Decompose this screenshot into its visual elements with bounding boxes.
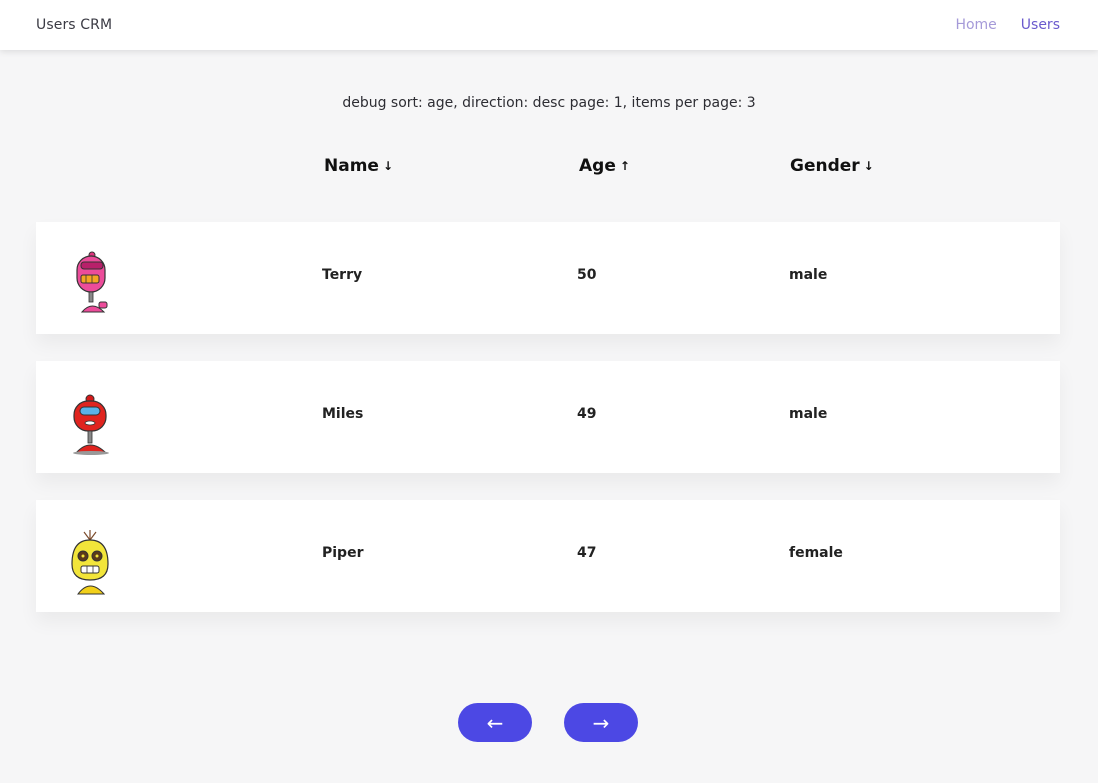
prev-page-button[interactable]: ← bbox=[458, 703, 532, 742]
sort-arrow-down-icon: ↓ bbox=[382, 159, 394, 173]
nav-link-users[interactable]: Users bbox=[1021, 17, 1060, 33]
cell-age: 49 bbox=[577, 406, 597, 422]
table-row[interactable]: Piper 47 female bbox=[36, 500, 1060, 612]
cell-gender: female bbox=[789, 545, 843, 561]
column-header-age-label: Age bbox=[579, 156, 616, 176]
sort-arrow-down-icon: ↓ bbox=[863, 159, 874, 173]
column-header-name-label: Name bbox=[324, 156, 379, 176]
column-header-gender-label: Gender bbox=[790, 156, 860, 176]
column-header-age[interactable]: Age ↑ bbox=[579, 156, 630, 176]
next-page-button[interactable]: → bbox=[564, 703, 638, 742]
nav-links: Home Users bbox=[955, 17, 1060, 33]
brand-title: Users CRM bbox=[36, 17, 113, 33]
cell-name: Miles bbox=[322, 406, 364, 422]
cell-age: 47 bbox=[577, 545, 597, 561]
cell-gender: male bbox=[789, 267, 828, 283]
cell-age: 50 bbox=[577, 267, 597, 283]
column-header-name[interactable]: Name ↓ bbox=[324, 156, 393, 176]
yellow-robot-icon bbox=[71, 530, 109, 595]
cell-name: Piper bbox=[322, 545, 364, 561]
cell-name: Terry bbox=[322, 267, 363, 283]
sort-arrow-up-icon: ↑ bbox=[619, 159, 630, 173]
pagination: ← → bbox=[458, 703, 638, 742]
column-header-gender[interactable]: Gender ↓ bbox=[790, 156, 874, 176]
table-header: Name ↓ Age ↑ Gender ↓ bbox=[36, 156, 1060, 180]
nav-link-home[interactable]: Home bbox=[955, 17, 996, 33]
table-row[interactable]: Miles 49 male bbox=[36, 361, 1060, 473]
table-row[interactable]: Terry 50 male bbox=[36, 222, 1060, 334]
top-navbar: Users CRM Home Users bbox=[0, 0, 1098, 50]
cell-gender: male bbox=[789, 406, 828, 422]
red-robot-icon bbox=[73, 394, 109, 455]
debug-info: debug sort: age, direction: desc page: 1… bbox=[342, 95, 756, 111]
pink-robot-icon bbox=[76, 251, 108, 313]
